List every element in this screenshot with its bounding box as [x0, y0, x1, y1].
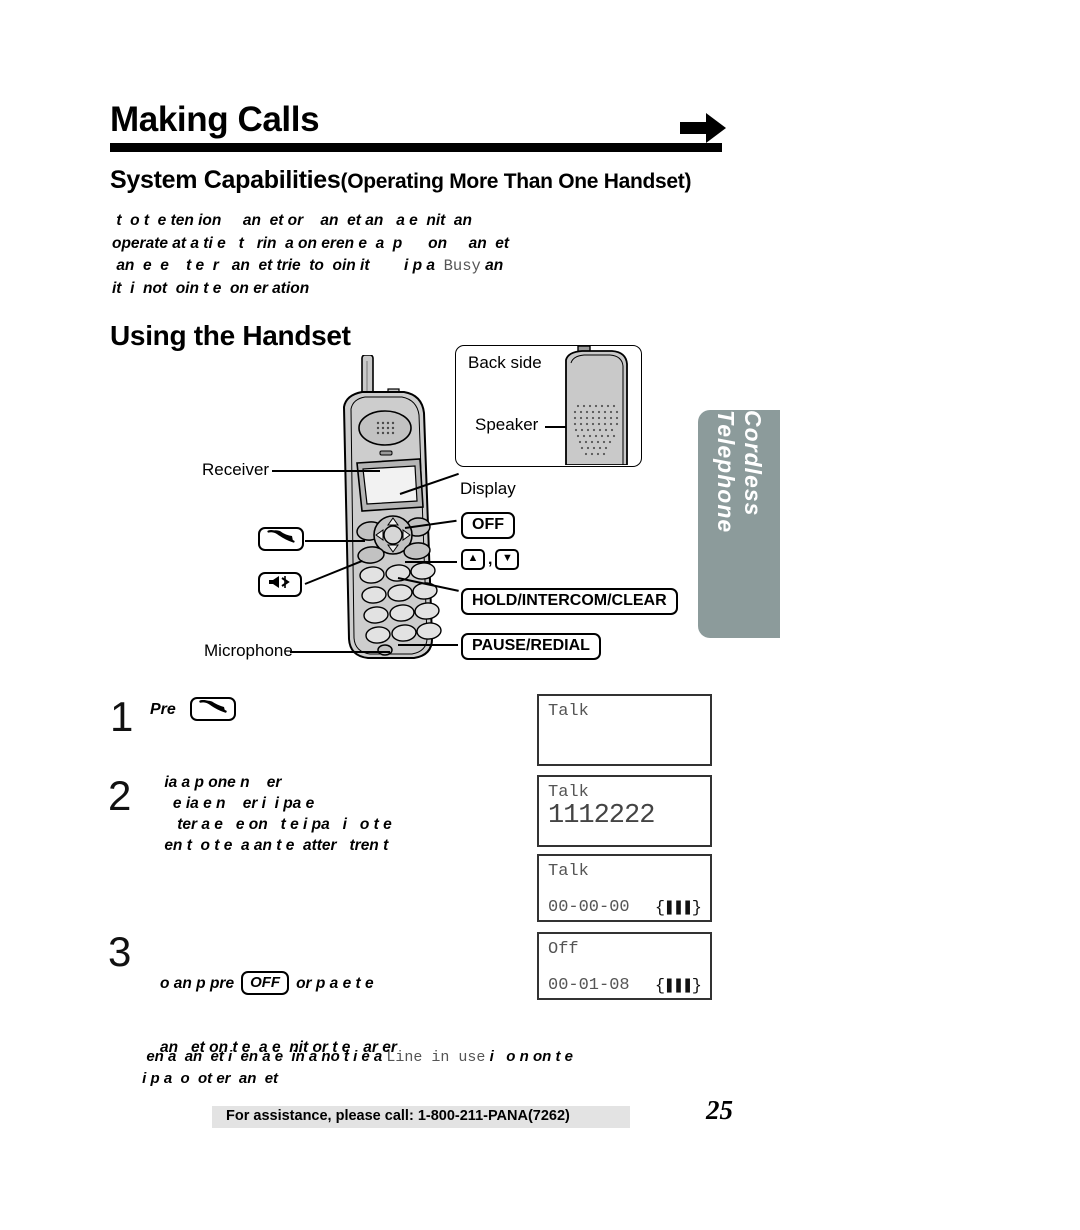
speakerphone-icon [258, 572, 302, 598]
lcd-display-1: Talk [537, 694, 712, 766]
right-arrow-icon [680, 113, 726, 143]
section-heading-main: System Capabilities [110, 166, 341, 194]
page-title: Making Calls [110, 100, 320, 139]
lcd-display-3: Talk 00-00-00 {❚❚❚} [537, 854, 712, 922]
page-number: 25 [706, 1095, 733, 1125]
note-paragraph: en a an et i en a e in a no t i e a Line… [138, 1046, 738, 1089]
updown-leader-line [405, 561, 457, 563]
side-tab-cordless-telephone: Cordless Telephone [698, 410, 780, 638]
intro-mono-word: Busy [443, 257, 481, 275]
section-heading-sub: (Operating More Than One Handset) [340, 170, 692, 193]
battery-icon: {❚❚❚} [654, 977, 702, 996]
key-separator: , [488, 550, 493, 568]
down-arrow-icon: ▼ [495, 549, 520, 570]
receiver-label: Receiver [202, 460, 270, 479]
footer-assistance-text: For assistance, please call: 1-800-211-P… [226, 1108, 570, 1124]
off-key-inline[interactable]: OFF [241, 971, 290, 996]
side-tab-label: Cordless Telephone [713, 410, 766, 534]
handset-glyph [199, 699, 227, 713]
step-1-number: 1 [110, 693, 134, 740]
receiver-leader-line [272, 470, 380, 472]
handset-icon [258, 527, 304, 552]
backside-label: Back side [468, 353, 542, 372]
lcd-2-line1: Talk [548, 783, 589, 802]
step-3-text-after: or p a e t e [296, 974, 374, 992]
step-1-text: Pre [150, 700, 176, 718]
handset-glyph [267, 530, 295, 543]
speaker-label: Speaker [475, 415, 539, 434]
lcd-4-line1: Off [548, 940, 579, 959]
microphone-leader-line [290, 651, 390, 653]
pause-key-label: PAUSE/REDIAL [461, 633, 601, 661]
hold-key-callout[interactable]: HOLD/INTERCOM/CLEAR [461, 588, 678, 616]
handset-icon [189, 697, 236, 722]
speakerphone-glyph [269, 576, 290, 588]
lcd-1-line1: Talk [548, 702, 589, 721]
pause-key-callout[interactable]: PAUSE/REDIAL [461, 633, 601, 661]
talk-leader-line [305, 540, 365, 542]
note-text-1: en a an et i en a e in a no t i e a [138, 1048, 387, 1065]
up-arrow-icon: ▲ [461, 549, 485, 570]
subsection-heading: Using the Handset [110, 320, 351, 351]
title-divider [110, 143, 722, 152]
lcd-3-time: 00-00-00 [548, 898, 630, 917]
step-2-body: ia a p one n er e ia e n er i i pa e ter… [164, 774, 392, 854]
microphone-label: Microphone [204, 641, 293, 660]
off-key-label: OFF [461, 512, 515, 540]
manual-page: Making Calls System Capabilities(Operati… [0, 0, 1080, 1230]
intro-paragraph: t o t e ten ion an et or an et an a e ni… [112, 210, 732, 300]
lcd-3-line1: Talk [548, 862, 589, 881]
display-label: Display [460, 479, 516, 498]
off-key-callout[interactable]: OFF [461, 512, 515, 540]
speakerphone-key-callout[interactable] [258, 572, 302, 598]
handset-backside-illustration [565, 346, 628, 465]
note-mono-text: Line in use [386, 1049, 486, 1066]
hold-key-label: HOLD/INTERCOM/CLEAR [461, 588, 678, 616]
lcd-display-4: Off 00-01-08 {❚❚❚} [537, 932, 712, 1000]
step-3-text-before: o an p pre [160, 974, 235, 992]
pause-leader-line [398, 644, 458, 646]
step-3-number: 3 [108, 928, 132, 975]
battery-icon: {❚❚❚} [654, 899, 702, 918]
lcd-4-time: 00-01-08 [548, 976, 630, 995]
talk-key-callout[interactable] [258, 527, 304, 552]
step-1-body: Pre [150, 697, 236, 722]
section-heading: System Capabilities(Operating More Than … [110, 166, 750, 195]
lcd-display-2: Talk 1112222 [537, 775, 712, 847]
updown-key-callout[interactable]: ▲ , ▼ [461, 549, 520, 570]
step-2-number: 2 [108, 772, 132, 819]
handset-front-illustration [342, 355, 442, 659]
lcd-2-number: 1112222 [548, 801, 655, 831]
